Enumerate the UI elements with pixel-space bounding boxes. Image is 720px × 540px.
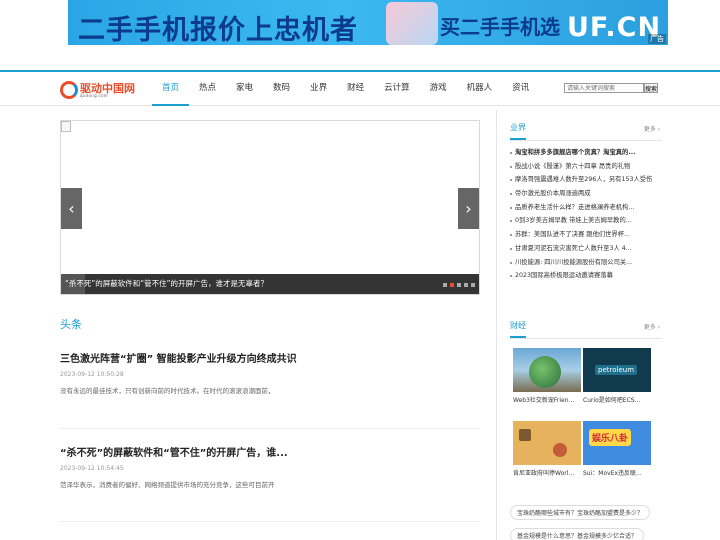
ad-tag: 广告: [648, 34, 666, 44]
broken-image-icon: [61, 121, 71, 132]
list-item[interactable]: 殷战小说《殷谨》第六十四章 昂贵的礼物: [510, 160, 665, 174]
banner-left-text: 二手手机报价上忠机者: [78, 15, 358, 45]
finance-header: 财经 更多 ›: [510, 320, 670, 340]
thumb-image-text: 娱乐八卦: [589, 429, 632, 446]
banner-phone-image: [386, 2, 438, 45]
nav-item-industry[interactable]: 业界: [300, 72, 337, 106]
article-item[interactable]: “杀不死”的屏蔽软件和“管不住”的开屏广告，谁... 2023-09-12 10…: [60, 444, 480, 489]
carousel-caption[interactable]: “杀不死”的屏蔽软件和“管不住”的开屏广告，谁才是无辜者？: [61, 274, 479, 294]
thumb-decoration: [519, 429, 531, 441]
carousel-prev-button[interactable]: ‹: [61, 188, 82, 229]
thumb-card[interactable]: petroleum Curio是如何把ECS...: [583, 348, 651, 404]
thumb-caption[interactable]: 肯尼亚政府叫停Worl...: [513, 468, 581, 477]
logo-subtitle: qudong.com: [80, 93, 108, 98]
article-date: 2023-09-12 10:54:45: [60, 465, 124, 472]
nav-item-home[interactable]: 首页: [152, 72, 190, 106]
section-title-headlines: 头条: [60, 318, 82, 331]
industry-more-link[interactable]: 更多 ›: [644, 124, 660, 133]
nav-item-cloud[interactable]: 云计算: [374, 72, 420, 106]
thumb-caption[interactable]: Web3社交新宠Frien...: [513, 395, 581, 404]
finance-more-link[interactable]: 更多 ›: [644, 322, 660, 331]
list-item[interactable]: 甘肃夏河泥石流灾害死亡人数升至3人 4...: [510, 242, 665, 256]
thumb-card[interactable]: 肯尼亚政府叫停Worl...: [513, 421, 581, 477]
list-item[interactable]: 川投能源: 四川川投能源股份有限公司关...: [510, 256, 665, 270]
banner-right-text: 买二手手机选 UF.CN: [440, 10, 662, 43]
thumb-card[interactable]: Web3社交新宠Frien...: [513, 348, 581, 404]
carousel-dots: [443, 283, 475, 287]
list-item[interactable]: 摩洛哥强震遇难人数升至296人，另有153人受伤: [510, 173, 665, 187]
carousel-dot-active[interactable]: [450, 283, 454, 287]
nav-item-digital[interactable]: 数码: [263, 72, 300, 106]
thumb-image[interactable]: petroleum: [583, 348, 651, 392]
search-button[interactable]: 搜索: [644, 83, 658, 93]
image-carousel[interactable]: ‹ › “杀不死”的屏蔽软件和“管不住”的开屏广告，谁才是无辜者？: [60, 120, 480, 295]
article-date: 2023-09-12 10:50:28: [60, 371, 124, 378]
tag-pill[interactable]: 宝珠奶酪哪些城市有？宝珠奶酪加盟费是多少？: [510, 505, 651, 520]
list-item[interactable]: 帝尔激光股价本周涨逾两成: [510, 187, 665, 201]
article-title[interactable]: “杀不死”的屏蔽软件和“管不住”的开屏广告，谁...: [60, 444, 480, 459]
thumb-caption[interactable]: Sui：MovEx违反联...: [583, 468, 651, 477]
site-logo[interactable]: 驱动中国网 qudong.com: [60, 80, 140, 100]
industry-label: 业界: [510, 122, 526, 140]
industry-news-list: 淘宝和拼多多旗舰店哪个货真？淘宝真的... 殷战小说《殷谨》第六十四章 昂贵的礼…: [510, 146, 665, 283]
thumb-image[interactable]: [513, 348, 581, 392]
nav-item-news[interactable]: 资讯: [502, 72, 539, 106]
nav-item-hot[interactable]: 热点: [189, 72, 226, 106]
thumb-image[interactable]: [513, 421, 581, 465]
logo-icon: [60, 81, 78, 99]
list-item[interactable]: 0到3岁美吉姆早教 带娃上美吉姆早教的...: [510, 214, 665, 228]
header-divider: [510, 338, 662, 339]
list-item[interactable]: 品质养老生活什么样？走进格澜养老机构...: [510, 201, 665, 215]
carousel-dot[interactable]: [471, 283, 475, 287]
thumb-image[interactable]: 娱乐八卦: [583, 421, 651, 465]
tag-list: 宝珠奶酪哪些城市有？宝珠奶酪加盟费是多少？ 基金规模是什么意思？基金规模多少亿合…: [510, 500, 660, 540]
tag-pill[interactable]: 基金规模是什么意思？基金规模多少亿合适？: [510, 528, 645, 540]
thumb-image-text: petroleum: [595, 365, 638, 375]
article-title[interactable]: 三色激光阵营“扩圈” 智能投影产业升级方向终成共识: [60, 350, 480, 365]
search-box: 搜索: [564, 83, 658, 102]
list-item[interactable]: 苏群：美国队进不了决赛 跟他们世界杯...: [510, 228, 665, 242]
header-divider: [510, 140, 662, 141]
carousel-dot[interactable]: [464, 283, 468, 287]
globe-graphic: [529, 356, 561, 388]
carousel-dot[interactable]: [443, 283, 447, 287]
thumb-decoration: [553, 443, 567, 457]
banner-domain: UF.CN: [566, 12, 662, 43]
finance-label: 财经: [510, 320, 526, 338]
carousel-dot[interactable]: [457, 283, 461, 287]
banner-right-label: 买二手手机选: [440, 15, 560, 39]
search-input[interactable]: [564, 83, 644, 93]
nav-item-finance[interactable]: 财经: [337, 72, 374, 106]
list-item[interactable]: 2023国际高桥极限运动邀请赛落幕: [510, 269, 665, 283]
nav-item-games[interactable]: 游戏: [420, 72, 457, 106]
nav-menu: 首页 热点 家电 数码 业界 财经 云计算 游戏 机器人 资讯: [152, 72, 539, 106]
main-nav: 驱动中国网 qudong.com 首页 热点 家电 数码 业界 财经 云计算 游…: [0, 72, 720, 106]
article-item[interactable]: 三色激光阵营“扩圈” 智能投影产业升级方向终成共识 2023-09-12 10:…: [60, 350, 480, 395]
list-item[interactable]: 淘宝和拼多多旗舰店哪个货真？淘宝真的...: [510, 146, 665, 160]
nav-item-robots[interactable]: 机器人: [457, 72, 503, 106]
thumb-card[interactable]: 娱乐八卦 Sui：MovEx违反联...: [583, 421, 651, 477]
industry-header: 业界 更多 ›: [510, 122, 670, 142]
article-divider: [60, 428, 480, 429]
nav-item-appliances[interactable]: 家电: [226, 72, 263, 106]
page: 二手手机报价上忠机者 买二手手机选 UF.CN 广告 驱动中国网 qudong.…: [0, 0, 720, 540]
article-summary: 没有永远的最佳技术，只有创新向前的时代技术。在时代的滚滚浪潮面前，: [60, 387, 275, 395]
thumb-caption[interactable]: Curio是如何把ECS...: [583, 395, 651, 404]
article-summary: 范泽华表示，消费者的偏好、网络频道提供市场的充分竞争，这些可目前开: [60, 481, 275, 489]
article-divider: [60, 521, 480, 522]
banner-ad[interactable]: 二手手机报价上忠机者 买二手手机选 UF.CN 广告: [68, 0, 668, 45]
carousel-caption-text: “杀不死”的屏蔽软件和“管不住”的开屏广告，谁才是无辜者？: [65, 279, 269, 288]
carousel-next-button[interactable]: ›: [458, 188, 479, 229]
